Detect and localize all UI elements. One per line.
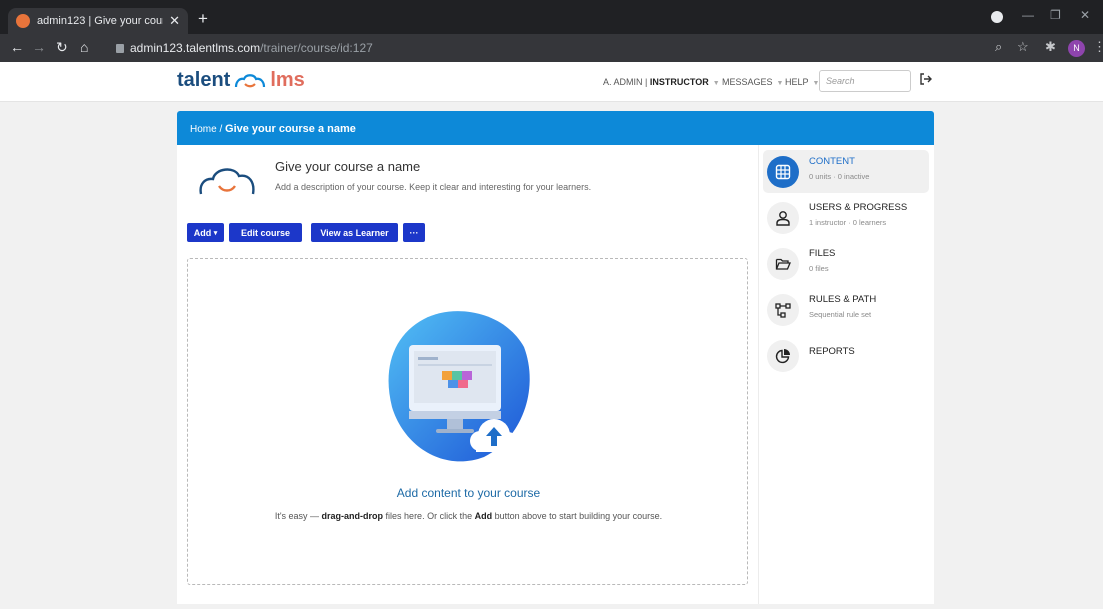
- sidebar-item-sub: 1 instructor · 0 learners: [809, 218, 887, 227]
- course-main-panel: Give your course a name Add a descriptio…: [177, 145, 758, 604]
- maximize-icon[interactable]: ❐: [1050, 8, 1061, 22]
- logo-text-left: talent: [177, 69, 231, 91]
- messages-menu[interactable]: MESSAGES ▼: [722, 77, 783, 87]
- dropzone-instructions: It's easy — drag-and-drop files here. Or…: [188, 511, 749, 521]
- talentlms-logo[interactable]: talent lms: [177, 69, 305, 92]
- forward-icon[interactable]: →: [32, 39, 46, 55]
- dz-text-bold-2: Add: [474, 511, 493, 521]
- bookmark-star-icon[interactable]: ☆: [1017, 39, 1029, 55]
- sidebar-item-reports[interactable]: REPORTS: [763, 334, 929, 377]
- edit-course-button[interactable]: Edit course: [229, 223, 302, 242]
- browser-tabbar: admin123 | Give your course a na ✕ + — ❐…: [0, 0, 1103, 34]
- messages-caret-icon: ▼: [776, 80, 784, 87]
- search-input[interactable]: Search: [819, 70, 911, 92]
- add-caret-icon: ▾: [213, 229, 218, 237]
- help-menu[interactable]: HELP ▼: [785, 77, 819, 87]
- view-as-learner-button[interactable]: View as Learner: [311, 223, 398, 242]
- breadcrumb: Home / Give your course a name: [177, 111, 934, 145]
- profile-avatar[interactable]: N: [1068, 40, 1085, 57]
- sidebar-item-label: RULES & PATH: [809, 294, 877, 305]
- sidebar-item-label: REPORTS: [809, 346, 855, 357]
- minimize-icon[interactable]: —: [1022, 8, 1034, 22]
- user-menu-caret-icon: ▼: [712, 80, 720, 87]
- address-bar[interactable]: admin123.talentlms.com /trainer/course/i…: [106, 38, 1086, 58]
- breadcrumb-home-link[interactable]: Home: [190, 124, 217, 135]
- sidebar-item-rules-path[interactable]: RULES & PATH Sequential rule set: [763, 288, 929, 331]
- logo-cloud-icon: [235, 73, 266, 87]
- browser-toolbar: ← → ↻ ⌂ admin123.talentlms.com /trainer/…: [0, 34, 1103, 62]
- content-dropzone[interactable]: Add content to your course It's easy — d…: [187, 258, 748, 585]
- logo-text-right: lms: [270, 69, 305, 91]
- dropzone-title: Add content to your course: [396, 486, 541, 500]
- back-icon[interactable]: ←: [10, 39, 24, 55]
- dz-text-2: files here. Or click the: [383, 511, 475, 521]
- course-cloud-icon[interactable]: [197, 164, 257, 196]
- add-button-label: Add: [193, 227, 212, 238]
- sidebar-item-label: USERS & PROGRESS: [809, 202, 908, 213]
- tab-favicon-icon: [16, 14, 30, 28]
- lock-icon: [116, 43, 124, 53]
- sidebar-item-label: FILES: [809, 248, 836, 259]
- tab-title: admin123 | Give your course a na: [37, 15, 163, 27]
- course-title[interactable]: Give your course a name: [275, 159, 420, 174]
- folder-icon: [767, 248, 799, 280]
- user-icon: [767, 202, 799, 234]
- course-sidebar: CONTENT 0 units · 0 inactive USERS & PRO…: [758, 145, 934, 604]
- user-menu[interactable]: A. ADMIN | INSTRUCTOR ▼: [603, 77, 720, 87]
- logout-icon[interactable]: [918, 71, 934, 87]
- url-path: /trainer/course/id:127: [260, 41, 373, 55]
- sidebar-item-sub: 0 units · 0 inactive: [809, 172, 870, 181]
- sidebar-item-sub: Sequential rule set: [809, 310, 872, 319]
- browser-tab[interactable]: admin123 | Give your course a na ✕: [8, 8, 188, 34]
- sidebar-item-files[interactable]: FILES 0 files: [763, 242, 929, 285]
- window-close-icon[interactable]: ✕: [1080, 8, 1090, 22]
- dz-text-bold-1: drag-and-drop: [321, 511, 384, 521]
- add-button[interactable]: Add ▾: [187, 223, 224, 242]
- home-icon[interactable]: ⌂: [80, 39, 88, 55]
- sidebar-item-sub: 0 files: [809, 264, 829, 273]
- new-tab-button[interactable]: +: [198, 10, 208, 27]
- course-description[interactable]: Add a description of your course. Keep i…: [275, 182, 591, 192]
- browser-menu-icon[interactable]: ⋮: [1093, 39, 1103, 55]
- url-host: admin123.talentlms.com: [130, 41, 261, 55]
- upload-illustration: [388, 311, 530, 462]
- sidebar-item-label: CONTENT: [809, 156, 855, 167]
- zoom-icon[interactable]: ⌕: [995, 39, 1002, 55]
- messages-label: MESSAGES: [722, 77, 773, 87]
- chrome-menu-indicator-icon[interactable]: [991, 11, 1003, 23]
- more-options-button[interactable]: ···: [403, 223, 425, 242]
- breadcrumb-separator: /: [216, 124, 226, 135]
- grid-icon: [767, 156, 799, 188]
- reload-icon[interactable]: ↻: [56, 39, 68, 55]
- flow-icon: [767, 294, 799, 326]
- sidebar-item-users-progress[interactable]: USERS & PROGRESS 1 instructor · 0 learne…: [763, 196, 929, 239]
- help-label: HELP: [785, 77, 809, 87]
- sidebar-item-content[interactable]: CONTENT 0 units · 0 inactive: [763, 150, 929, 193]
- breadcrumb-current: Give your course a name: [225, 123, 356, 135]
- course-card: Give your course a name Add a descriptio…: [177, 145, 934, 604]
- dz-text-1: It's easy —: [274, 511, 322, 521]
- app-header: talent lms A. ADMIN | INSTRUCTOR ▼ MESSAG…: [0, 62, 1103, 102]
- user-name: A. ADMIN |: [603, 77, 650, 87]
- dz-text-3: button above to start building your cour…: [492, 511, 663, 521]
- extensions-icon[interactable]: ✱: [1045, 39, 1056, 55]
- pie-chart-icon: [767, 340, 799, 372]
- tab-close-icon[interactable]: ✕: [169, 13, 180, 29]
- user-role: INSTRUCTOR: [649, 77, 709, 87]
